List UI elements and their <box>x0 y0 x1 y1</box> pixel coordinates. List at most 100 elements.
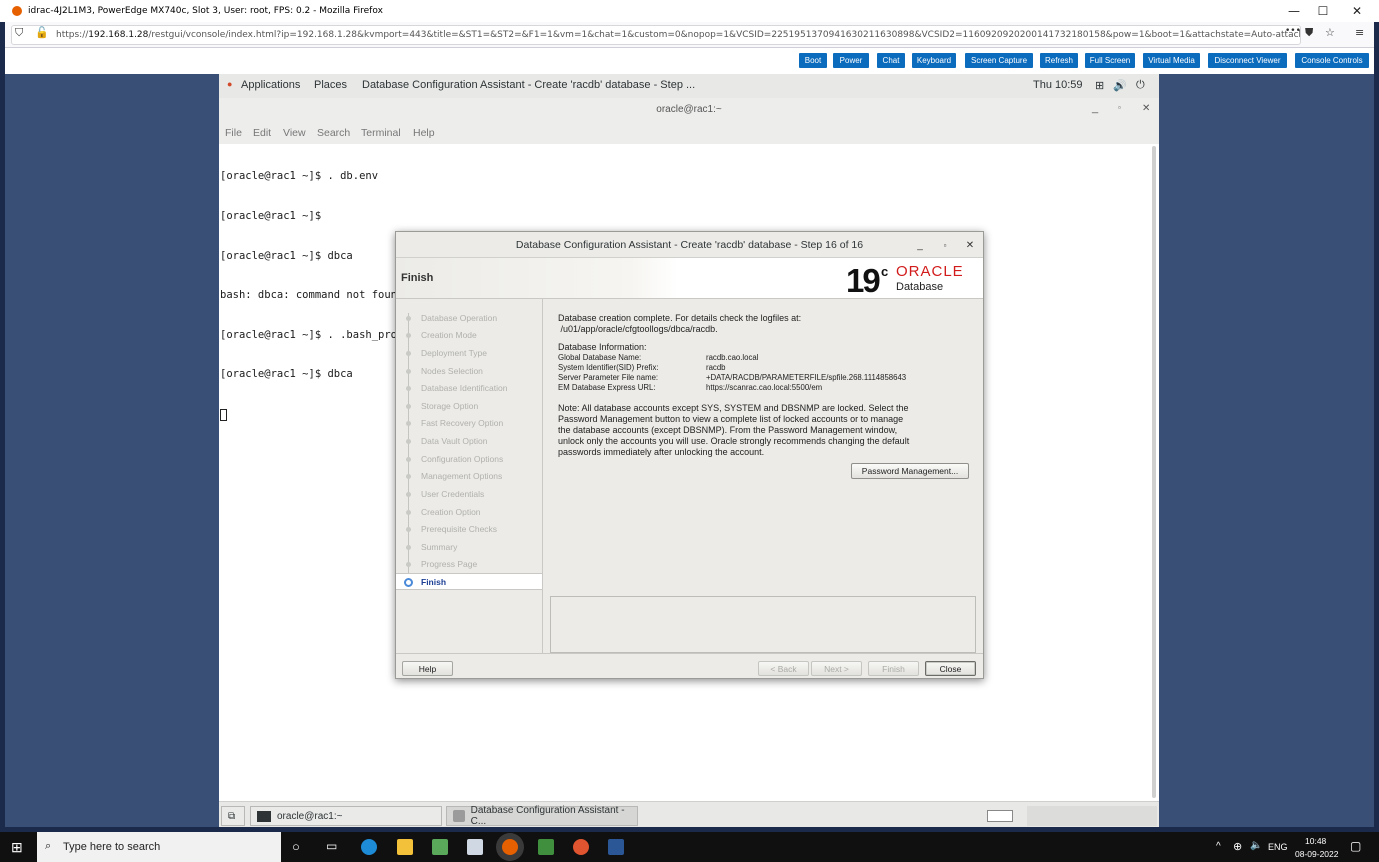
cortana-icon[interactable]: ○ <box>292 839 300 854</box>
info-label: EM Database Express URL: <box>558 383 656 392</box>
power-icon[interactable]: ⏻ <box>1136 79 1145 92</box>
file-explorer-icon[interactable] <box>397 839 413 855</box>
network-globe-icon[interactable]: ⊕ <box>1233 840 1242 853</box>
step-item: Prerequisite Checks <box>396 521 542 538</box>
oracle-logo-product: Database <box>896 281 944 293</box>
menu-file[interactable]: File <box>225 127 242 139</box>
idrac-toolbar: Boot Power Chat Keyboard Screen Capture Refre… <box>5 48 1374 74</box>
terminal-minimize-icon[interactable]: _ <box>1092 102 1098 114</box>
info-value: https://scanrac.cao.local:5500/em <box>706 383 823 392</box>
pocket-icon[interactable]: ⛊ <box>1305 26 1313 40</box>
active-window-title[interactable]: Database Configuration Assistant - Creat… <box>362 79 695 91</box>
url-bar[interactable]: https://192.168.1.28/restgui/vconsole/in… <box>11 25 1301 45</box>
terminal-title: oracle@rac1:~ <box>656 104 722 115</box>
menu-edit[interactable]: Edit <box>253 127 271 139</box>
insecure-lock-icon[interactable]: 🔓 <box>35 26 49 39</box>
menu-view[interactable]: View <box>283 127 306 139</box>
next-button[interactable]: Next > <box>811 661 862 676</box>
language-indicator[interactable]: ENG <box>1268 842 1288 852</box>
volume-icon[interactable]: 🔊 <box>1113 79 1127 92</box>
menu-terminal[interactable]: Terminal <box>361 127 401 139</box>
dialog-close-icon[interactable]: ✕ <box>959 232 981 258</box>
step-item: User Credentials <box>396 486 542 503</box>
task-terminal[interactable]: oracle@rac1:~ <box>250 806 442 826</box>
url-path: /restgui/vconsole/index.html?ip=192.168.… <box>148 30 1301 40</box>
dbca-dialog: Database Configuration Assistant - Creat… <box>395 231 984 679</box>
close-icon[interactable]: ✕ <box>1340 0 1374 22</box>
step-item-active[interactable]: Finish <box>396 573 542 590</box>
menu-help[interactable]: Help <box>413 127 435 139</box>
idrac-screen-capture-button[interactable]: Screen Capture <box>965 53 1033 68</box>
dialog-maximize-icon[interactable]: ▫ <box>934 232 956 258</box>
idrac-keyboard-button[interactable]: Keyboard <box>912 53 956 68</box>
close-button[interactable]: Close <box>925 661 976 676</box>
dialog-page-title: Finish <box>401 272 434 284</box>
app-icon[interactable] <box>538 839 554 855</box>
maximize-icon[interactable]: ☐ <box>1306 0 1340 22</box>
note-line: the database accounts (except DBSNMP). F… <box>558 425 898 435</box>
logo-version-super: c <box>881 264 889 279</box>
taskbar-search[interactable]: ⌕ Type here to search <box>37 832 281 862</box>
info-label: Server Parameter File name: <box>558 373 659 382</box>
idrac-disconnect-viewer-button[interactable]: Disconnect Viewer <box>1208 53 1287 68</box>
gnome-bottom-bar: ⧉ oracle@rac1:~ Database Configuration A… <box>219 801 1159 827</box>
idrac-console-controls-button[interactable]: Console Controls <box>1295 53 1369 68</box>
applications-menu[interactable]: Applications <box>241 79 300 91</box>
info-value: racdb.cao.local <box>706 353 759 362</box>
app-icon[interactable] <box>467 839 483 855</box>
taskbar-date[interactable]: 08-09-2022 <box>1295 849 1338 859</box>
terminal-cursor <box>220 409 227 422</box>
notification-icon[interactable]: ▢ <box>1350 839 1361 853</box>
terminal-close-icon[interactable]: ✕ <box>1142 103 1150 114</box>
tray-chevron-icon[interactable]: ^ <box>1216 841 1221 852</box>
note-line: Note: All database accounts except SYS, … <box>558 403 909 413</box>
idrac-virtual-media-button[interactable]: Virtual Media <box>1143 53 1200 68</box>
windows-start-icon[interactable]: ⊞ <box>11 839 23 856</box>
workspace-pager[interactable] <box>1027 806 1157 826</box>
firefox-taskbar-icon[interactable] <box>502 839 518 855</box>
dialog-minimize-icon[interactable]: _ <box>909 232 931 258</box>
back-button[interactable]: < Back <box>758 661 809 676</box>
password-management-button[interactable]: Password Management... <box>851 463 969 479</box>
idrac-power-button[interactable]: Power <box>833 53 869 68</box>
hamburger-menu-icon[interactable]: ≡ <box>1355 26 1364 39</box>
dialog-title-bar: Database Configuration Assistant - Creat… <box>396 232 983 258</box>
app-icon[interactable] <box>573 839 589 855</box>
word-icon[interactable] <box>608 839 624 855</box>
task-view-icon[interactable]: ▭ <box>326 839 337 853</box>
completion-message: Database creation complete. For details … <box>558 313 802 323</box>
taskbar-time[interactable]: 10:48 <box>1305 836 1326 846</box>
finish-button[interactable]: Finish <box>868 661 919 676</box>
task-dbca[interactable]: Database Configuration Assistant - C... <box>446 805 638 827</box>
task-label: Database Configuration Assistant - C... <box>470 805 625 827</box>
clock[interactable]: Thu 10:59 <box>1033 79 1083 91</box>
idrac-boot-button[interactable]: Boot <box>799 53 827 68</box>
network-icon[interactable]: ⊞ <box>1095 79 1104 92</box>
browser-window-title: idrac-4J2L1M3, PowerEdge MX740c, Slot 3,… <box>28 6 383 16</box>
menu-search[interactable]: Search <box>317 127 350 139</box>
workspace-switcher[interactable] <box>987 810 1013 822</box>
show-desktop-icon[interactable]: ⧉ <box>221 806 245 826</box>
shield-icon[interactable]: ⛉ <box>15 26 23 40</box>
bookmark-star-icon[interactable]: ☆ <box>1325 26 1335 39</box>
idrac-chat-button[interactable]: Chat <box>877 53 905 68</box>
speaker-icon[interactable]: 🔈 <box>1250 840 1262 851</box>
terminal-maximize-icon[interactable]: ▫ <box>1118 103 1121 112</box>
terminal-scrollbar[interactable] <box>1152 146 1156 798</box>
terminal-line: [oracle@rac1 ~]$ <box>220 210 322 223</box>
url-prefix: https:// <box>56 30 89 40</box>
terminal-menu-bar: File Edit View Search Terminal Help <box>219 122 1159 144</box>
idrac-refresh-button[interactable]: Refresh <box>1040 53 1078 68</box>
idrac-full-screen-button[interactable]: Full Screen <box>1085 53 1135 68</box>
task-label: oracle@rac1:~ <box>277 810 343 822</box>
edge-icon[interactable] <box>361 839 377 855</box>
places-menu[interactable]: Places <box>314 79 347 91</box>
page-actions-menu[interactable]: ••• <box>1285 26 1301 36</box>
step-item: Fast Recovery Option <box>396 415 542 432</box>
app-icon[interactable] <box>432 839 448 855</box>
wizard-steps: Database Operation Creation Mode Deploym… <box>396 299 543 653</box>
info-label: Global Database Name: <box>558 353 642 362</box>
help-button[interactable]: Help <box>402 661 453 676</box>
step-item: Creation Option <box>396 504 542 521</box>
dialog-title: Database Configuration Assistant - Creat… <box>515 238 864 251</box>
